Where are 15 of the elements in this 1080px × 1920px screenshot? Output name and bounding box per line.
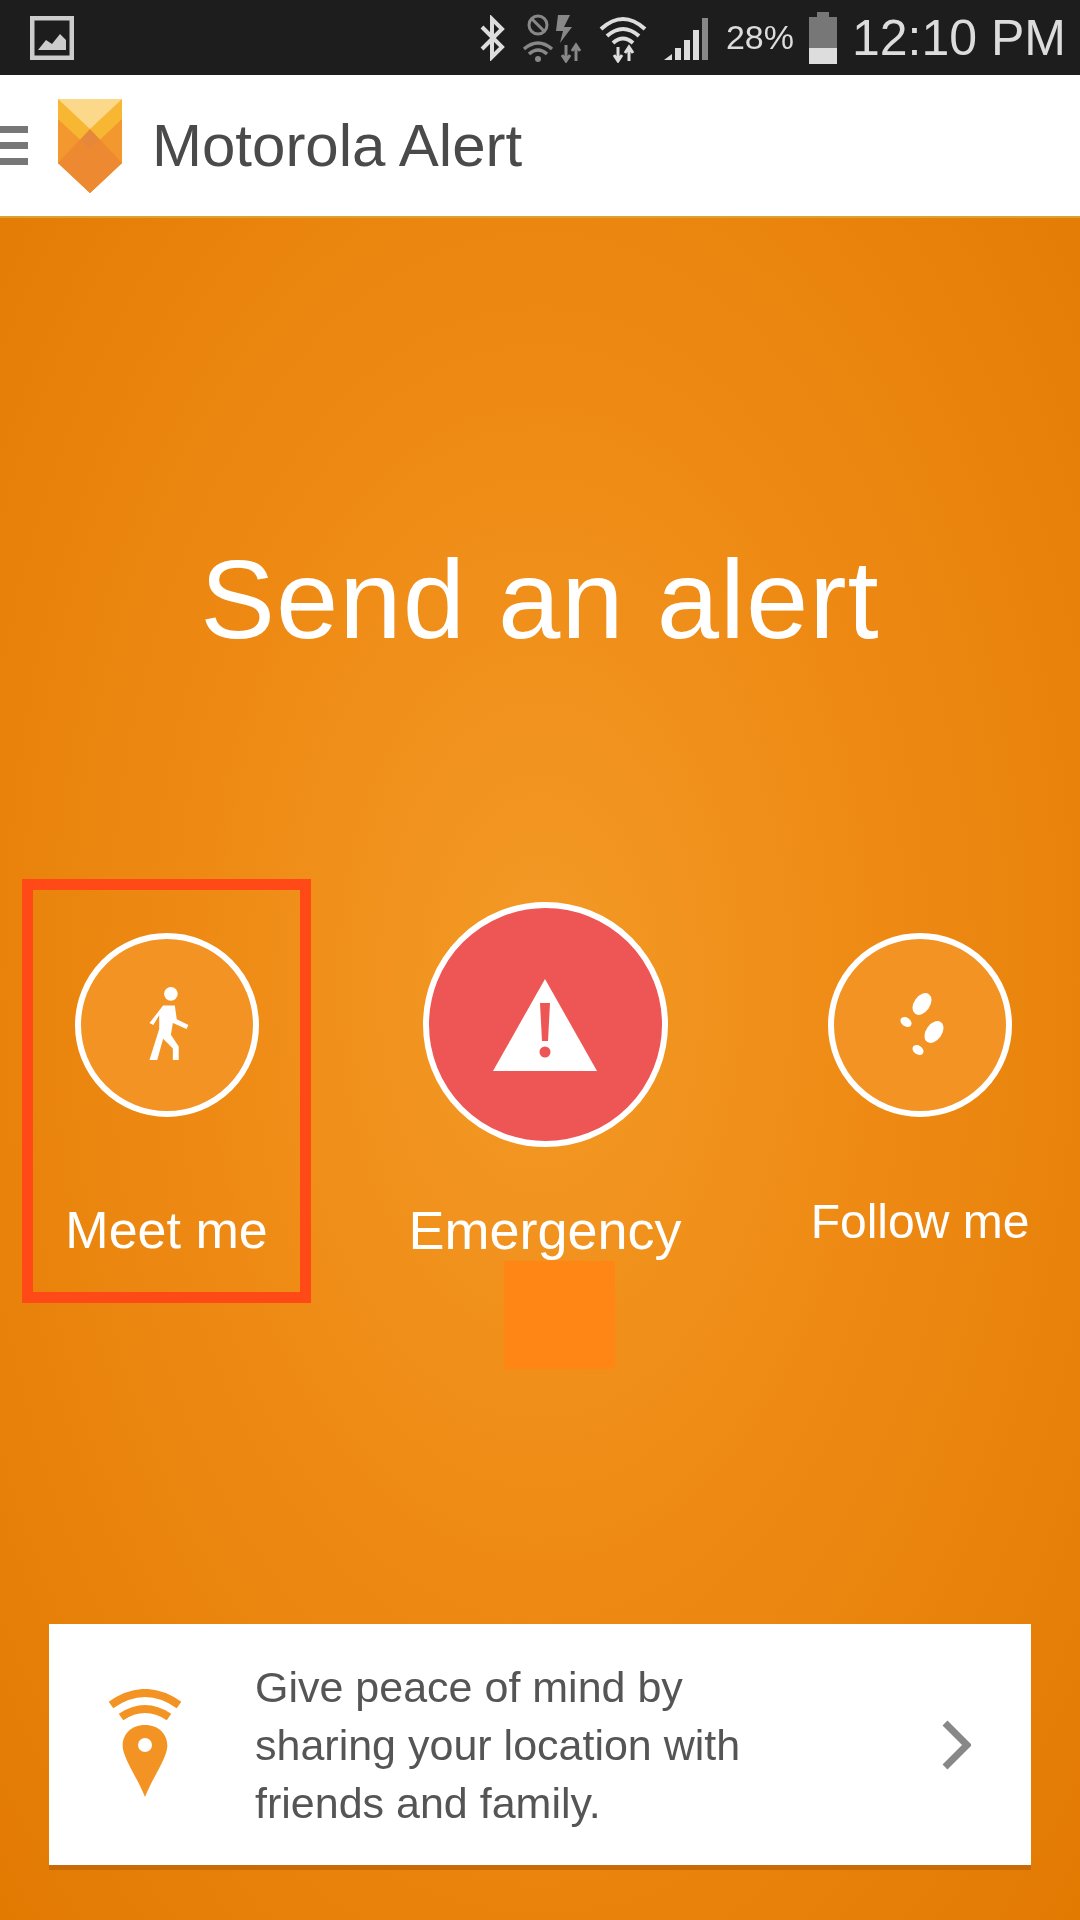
battery-percentage: 28% [725,18,794,57]
warning-icon [493,978,597,1071]
battery-icon [808,11,838,64]
gallery-icon [30,15,74,60]
action-label: Follow me [810,1194,1030,1250]
logo-icon [58,98,122,193]
action-label: Meet me [65,1200,268,1261]
wifi-off-icon [521,12,584,63]
menu-icon[interactable] [0,123,28,168]
banner-text: Give peace of mind by sharing your location with friends and family. [255,1661,742,1829]
app-title: Motorola Alert [152,111,523,180]
heading: Send an alert [199,536,881,664]
chevron-right-icon [941,1718,971,1771]
action-label: Emergency [408,1199,682,1261]
clock: 12:10 PM [852,8,1066,67]
